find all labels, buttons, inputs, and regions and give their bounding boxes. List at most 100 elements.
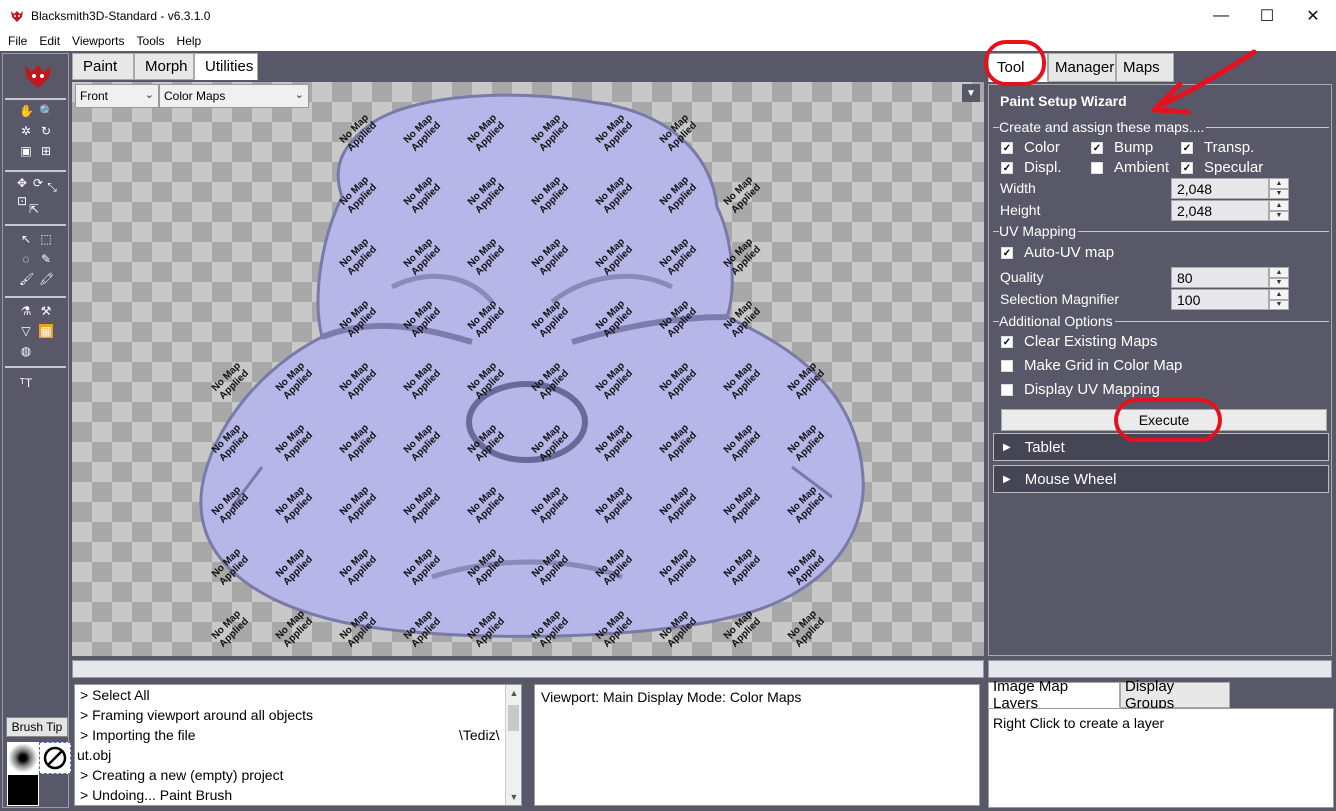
quality-stepper[interactable]: 80 ▲ ▼ [1171,267,1289,288]
viewport-menu-button[interactable]: ▼ [962,84,980,102]
pan-hand-icon[interactable]: ✋ [19,104,34,118]
spin-down-icon[interactable]: ▼ [1269,277,1289,288]
tab-image-map-layers[interactable]: Image Map Layers [988,678,1120,712]
tab-tool[interactable]: Tool [988,53,1048,82]
tab-paint[interactable]: Paint [72,53,134,80]
color-checkbox[interactable]: ✓ Color [1001,139,1060,156]
bump-checkbox[interactable]: ✓ Bump [1091,139,1153,156]
frame-icon[interactable]: ▣ [19,144,33,158]
zoom-icon[interactable]: 🔍 [39,104,54,118]
mouse-wheel-section[interactable]: ▶ Mouse Wheel [993,465,1329,493]
clear-maps-check[interactable]: ✓ [1001,335,1013,348]
bump-check[interactable]: ✓ [1091,141,1103,154]
anvil-icon[interactable]: ⚒ [39,304,53,318]
spin-up-icon[interactable]: ▲ [1269,289,1289,300]
spin-up-icon[interactable]: ▲ [1269,178,1289,189]
width-field[interactable]: 2,048 [1171,178,1269,199]
rotate-icon[interactable]: ↻ [39,124,53,138]
spin-down-icon[interactable]: ▼ [1269,210,1289,221]
execute-button[interactable]: Execute [1001,409,1327,431]
width-stepper[interactable]: 2,048 ▲ ▼ [1171,178,1289,199]
ambient-check[interactable] [1091,161,1103,174]
minimize-button[interactable]: — [1198,0,1244,31]
rotate-object-icon[interactable]: ⟳ [31,176,45,190]
bump-label: Bump [1114,139,1154,156]
displ-checkbox[interactable]: ✓ Displ. [1001,159,1062,176]
scroll-thumb[interactable] [508,705,519,731]
auto-uv-check[interactable]: ✓ [1001,246,1013,259]
spin-up-icon[interactable]: ▲ [1269,200,1289,211]
pattern-icon[interactable]: ▦ [39,324,53,338]
menu-tools[interactable]: Tools [131,34,171,48]
menu-edit[interactable]: Edit [33,34,66,48]
color-check[interactable]: ✓ [1001,141,1013,154]
lasso-icon[interactable]: ◌ [19,252,33,266]
displ-check[interactable]: ✓ [1001,161,1013,174]
brush-tip-button[interactable]: Brush Tip [6,717,68,737]
snap-icon[interactable]: ⇱ [27,202,41,216]
scroll-up-icon[interactable]: ▲ [506,685,521,701]
frame-all-icon[interactable]: ⊞ [39,144,53,158]
tab-morph[interactable]: Morph [134,53,194,80]
clear-maps-label: Clear Existing Maps [1024,333,1158,350]
height-stepper[interactable]: 2,048 ▲ ▼ [1171,200,1289,221]
brush-color-swatch[interactable] [7,774,39,806]
menu-file[interactable]: File [2,34,33,48]
sphere-icon[interactable]: ◍ [19,344,33,358]
auto-uv-label: Auto-UV map [1024,244,1115,261]
fill-brush-icon[interactable]: 🖍 [39,272,54,286]
height-field[interactable]: 2,048 [1171,200,1269,221]
layer-panel[interactable]: Right Click to create a layer [988,708,1334,808]
ambient-checkbox[interactable]: Ambient [1091,159,1169,176]
transp-checkbox[interactable]: ✓ Transp. [1181,139,1254,156]
quality-field[interactable]: 80 [1171,267,1269,288]
log-panel[interactable]: > Select All > Framing viewport around a… [74,684,522,806]
make-grid-check[interactable] [1001,359,1013,372]
transp-check[interactable]: ✓ [1181,141,1193,154]
window-controls: — ☐ ✕ [1198,0,1336,31]
scale-icon[interactable]: ⤡ [45,180,59,194]
specular-checkbox[interactable]: ✓ Specular [1181,159,1263,176]
rect-select-icon[interactable]: ⬚ [39,232,53,246]
magnifier-stepper[interactable]: 100 ▲ ▼ [1171,289,1289,310]
menu-help[interactable]: Help [171,34,208,48]
maximize-button[interactable]: ☐ [1244,0,1290,31]
options-group-label: Additional Options [999,313,1115,329]
tab-utilities[interactable]: Utilities [194,53,258,80]
menu-viewports[interactable]: Viewports [66,34,130,48]
picker-icon[interactable]: ▽ [19,324,33,338]
soft-brush-swatch[interactable] [7,742,39,774]
tab-display-groups[interactable]: Display Groups [1120,678,1230,712]
text-tool-icon[interactable]: ᵀT [19,376,33,390]
main-viewport[interactable]: Front ⌄ Color Maps ⌄ ▼ No Map Applied No M… [72,82,984,656]
tablet-section[interactable]: ▶ Tablet [993,433,1329,461]
no-brush-swatch[interactable] [39,742,71,774]
airbrush-icon[interactable]: ⚗ [19,304,33,318]
menu-bar: File Edit Viewports Tools Help [0,31,1336,51]
magnifier-field[interactable]: 100 [1171,289,1269,310]
view-select[interactable]: Front ⌄ [75,84,159,108]
make-grid-checkbox[interactable]: Make Grid in Color Map [1001,357,1182,374]
ambient-label: Ambient [1114,159,1170,176]
head-mesh [199,93,865,638]
tab-manager[interactable]: Manager [1048,53,1116,82]
display-uv-checkbox[interactable]: Display UV Mapping [1001,381,1160,398]
display-uv-check[interactable] [1001,383,1013,396]
move-icon[interactable]: ✥ [15,176,29,190]
info-panel: Viewport: Main Display Mode: Color Maps [534,684,980,806]
spin-down-icon[interactable]: ▼ [1269,299,1289,310]
maps-group-label: Create and assign these maps.... [999,119,1207,135]
clear-maps-checkbox[interactable]: ✓ Clear Existing Maps [1001,333,1157,350]
log-scrollbar[interactable]: ▲ ▼ [505,685,521,805]
orbit-icon[interactable]: ✲ [19,124,33,138]
spin-down-icon[interactable]: ▼ [1269,188,1289,199]
auto-uv-checkbox[interactable]: ✓ Auto-UV map [1001,244,1114,261]
specular-check[interactable]: ✓ [1181,161,1193,174]
select-arrow-icon[interactable]: ↖ [19,232,33,246]
height-label: Height [1000,202,1041,218]
scroll-down-icon[interactable]: ▼ [506,789,521,805]
paint-brush-icon[interactable]: 🖌 [19,272,34,286]
close-button[interactable]: ✕ [1290,0,1336,31]
spin-up-icon[interactable]: ▲ [1269,267,1289,278]
brush-icon[interactable]: ✎ [39,252,53,266]
